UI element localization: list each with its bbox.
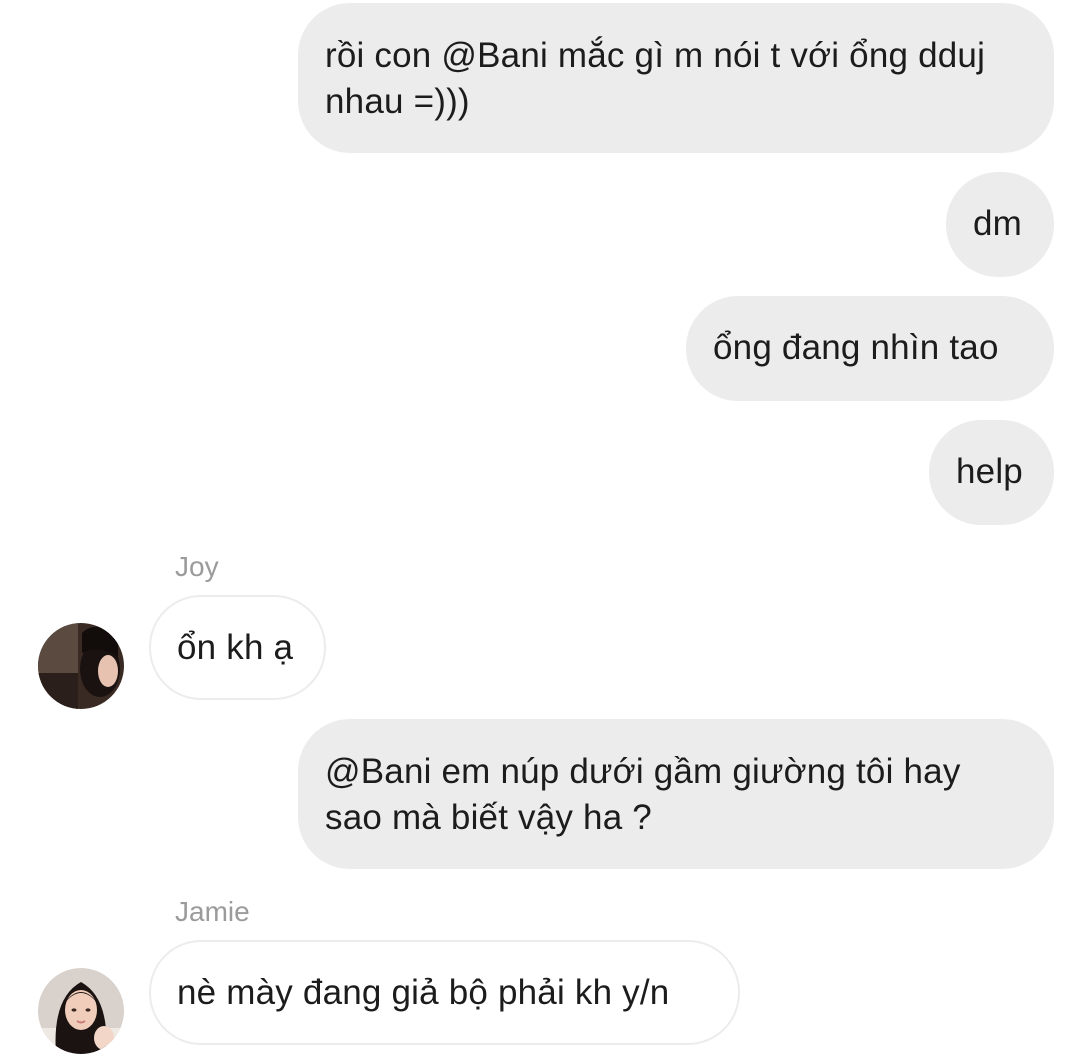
message-text: ổng đang nhìn tao xyxy=(713,328,999,367)
outgoing-message[interactable]: help xyxy=(929,420,1054,525)
message-text: dm xyxy=(973,204,1023,243)
message-text: @Bani em núp dưới gầm giường tôi hay sao… xyxy=(325,752,961,837)
outgoing-message[interactable]: rồi con @Bani mắc gì m nói t với ổng ddu… xyxy=(298,3,1054,153)
incoming-message[interactable]: ổn kh ạ xyxy=(149,595,326,700)
avatar-jamie[interactable] xyxy=(38,968,124,1054)
message-text: nè mày đang giả bộ phải kh y/n xyxy=(177,973,670,1012)
message-text: help xyxy=(956,452,1023,491)
message-text: ổn kh ạ xyxy=(177,628,294,667)
sender-name: Joy xyxy=(175,551,219,582)
outgoing-message[interactable]: ổng đang nhìn tao xyxy=(686,296,1054,401)
avatar-joy[interactable] xyxy=(38,623,124,709)
avatar-jamie-image xyxy=(38,968,124,1054)
outgoing-message[interactable]: @Bani em núp dưới gầm giường tôi hay sao… xyxy=(298,719,1054,869)
message-text: rồi con @Bani mắc gì m nói t với ổng ddu… xyxy=(325,36,986,121)
outgoing-message[interactable]: dm xyxy=(946,172,1054,277)
avatar-joy-image xyxy=(38,623,124,709)
incoming-message[interactable]: nè mày đang giả bộ phải kh y/n xyxy=(149,940,740,1045)
sender-name: Jamie xyxy=(175,896,250,927)
